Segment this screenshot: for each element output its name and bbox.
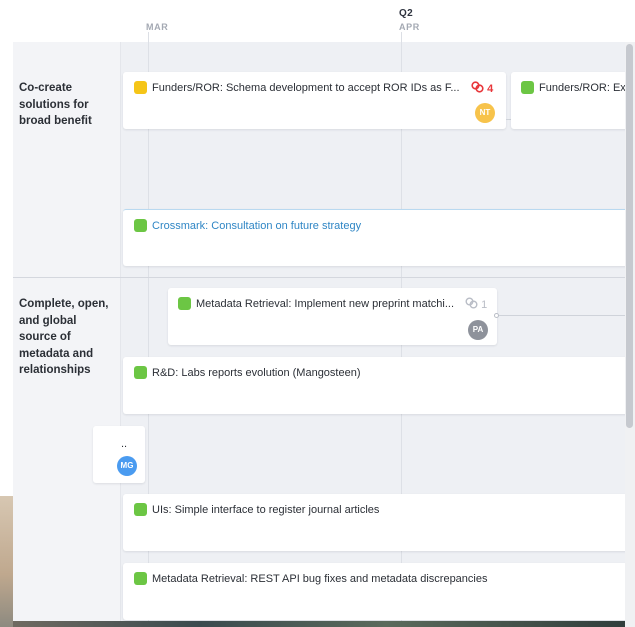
card-title: Metadata Retrieval: Implement new prepri… <box>196 298 455 310</box>
background-image-edge <box>0 496 13 627</box>
card-title: R&D: Labs reports evolution (Mangosteen) <box>152 367 361 379</box>
lane-label-co-create: Co-create solutions for broad benefit <box>19 82 92 127</box>
status-square <box>134 81 147 94</box>
lane-label-metadata: Complete, open, and global source of met… <box>19 298 109 376</box>
card-funders-ror-schema[interactable]: Funders/ROR: Schema development to accep… <box>123 72 506 129</box>
status-square <box>134 366 147 379</box>
status-square <box>134 219 147 232</box>
month-label-apr: APR <box>399 22 420 32</box>
month-tick-mar <box>148 32 149 42</box>
avatar[interactable]: MG <box>117 456 137 476</box>
avatar[interactable]: NT <box>475 103 495 123</box>
card-title-link[interactable]: Crossmark: Consultation on future strate… <box>152 220 361 232</box>
scrollbar-thumb[interactable] <box>626 44 633 428</box>
card-title: Metadata Retrieval: REST API bug fixes a… <box>152 573 488 585</box>
quarter-label: Q2 <box>399 8 413 19</box>
dependency-connector <box>499 315 635 316</box>
month-tick-apr <box>401 32 402 42</box>
background-image-edge <box>13 621 635 627</box>
status-square <box>521 81 534 94</box>
card-title: .. <box>121 438 128 450</box>
card-funders-ror-exp[interactable]: Funders/ROR: Exp <box>511 72 635 129</box>
dependency-link-icon <box>471 81 484 93</box>
status-square <box>134 572 147 585</box>
card-metadata-retrieval-rest[interactable]: Metadata Retrieval: REST API bug fixes a… <box>123 563 635 620</box>
dependency-count[interactable]: 4 <box>471 81 493 95</box>
card-title: UIs: Simple interface to register journa… <box>152 504 380 516</box>
roadmap-board: Co-create solutions for broad benefit Fu… <box>13 42 635 627</box>
card-metadata-retrieval-preprint[interactable]: Metadata Retrieval: Implement new prepri… <box>168 288 497 345</box>
card-rd-labs[interactable]: R&D: Labs reports evolution (Mangosteen) <box>123 357 635 414</box>
card-partial[interactable]: .. MG <box>93 426 145 483</box>
status-square <box>134 503 147 516</box>
dependency-count[interactable]: 1 <box>465 297 487 311</box>
card-crossmark[interactable]: Crossmark: Consultation on future strate… <box>123 209 635 266</box>
lane-divider <box>13 277 635 278</box>
dependency-link-icon <box>465 297 478 309</box>
dependency-count-value: 1 <box>481 299 488 311</box>
timeline-header: MAR Q2 APR <box>0 0 635 42</box>
card-title: Funders/ROR: Schema development to accep… <box>152 82 460 94</box>
avatar[interactable]: PA <box>468 320 488 340</box>
card-title: Funders/ROR: Exp <box>539 82 632 94</box>
status-square <box>178 297 191 310</box>
dependency-count-value: 4 <box>487 83 494 95</box>
month-label-mar: MAR <box>146 22 169 32</box>
card-uis-simple[interactable]: UIs: Simple interface to register journa… <box>123 494 635 551</box>
